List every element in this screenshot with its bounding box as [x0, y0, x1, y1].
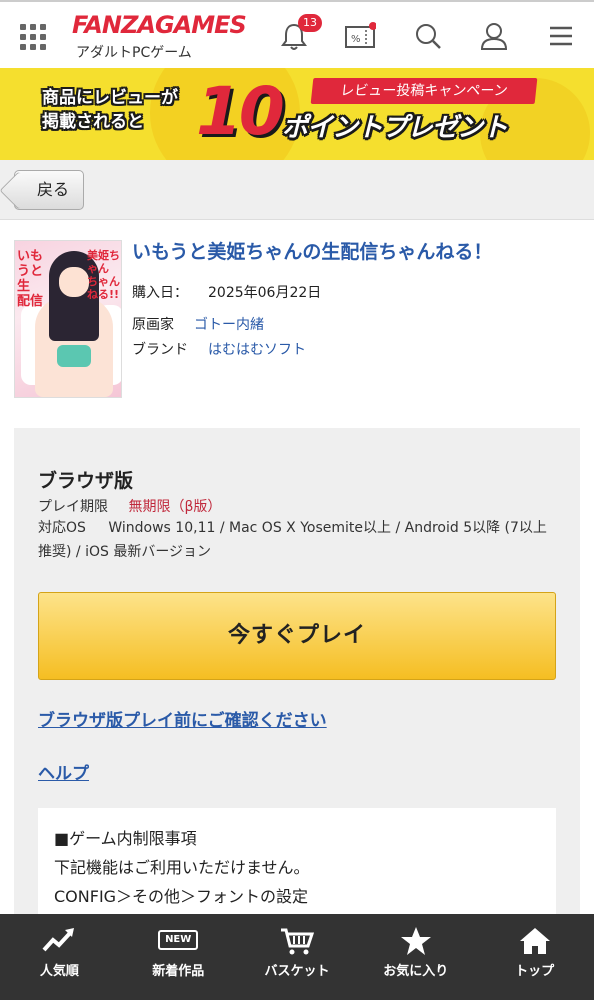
confirm-before-play-link[interactable]: ブラウザ版プレイ前にご確認ください [38, 706, 327, 731]
hamburger-icon[interactable] [546, 20, 578, 52]
cart-icon [280, 928, 315, 955]
brand-link[interactable]: はむはむソフト [208, 342, 306, 358]
grid-menu-icon[interactable] [20, 24, 46, 50]
header: FANZAGAMES アダルトPCゲーム 13 % [0, 0, 594, 68]
browser-play-box: ブラウザ版 プレイ期限 無期限（β版） 対応OS Windows 10,11 /… [14, 428, 580, 938]
back-button-label: 戻る [37, 180, 70, 199]
nav-ranking[interactable]: 人気順 [0, 914, 119, 1000]
cover-art-part [57, 345, 91, 367]
brand-label: ブランド [132, 342, 188, 358]
banner-left-line1: 商品にレビューが [42, 88, 178, 108]
bottom-nav: 人気順 NEW 新着作品 バスケット お気に入り トップ [0, 914, 594, 1000]
nav-new-label: 新着作品 [152, 964, 205, 979]
os-value: Windows 10,11 / Mac OS X Yosemite以上 / An… [38, 520, 547, 560]
nav-basket-label: バスケット [264, 964, 330, 979]
home-icon [519, 928, 550, 954]
cover-art-lettering: 美姫ちゃん ちゃん ねる!! [87, 249, 120, 301]
star-icon [400, 927, 431, 955]
help-link[interactable]: ヘルプ [38, 759, 89, 784]
svg-text:%: % [351, 34, 361, 45]
play-period-value: 無期限（β版） [128, 499, 222, 515]
purchase-date-row: 購入日： 2025年06月22日 [132, 282, 321, 302]
product-title[interactable]: いもうと美姫ちゃんの生配信ちゃんねる！ [132, 238, 572, 266]
nav-top-label: トップ [515, 964, 555, 979]
nav-basket[interactable]: バスケット [238, 914, 357, 1000]
site-logo[interactable]: FANZAGAMES アダルトPCゲーム [72, 11, 247, 62]
artist-link[interactable]: ゴトー内緒 [194, 317, 264, 333]
search-icon[interactable] [412, 20, 444, 52]
nav-favorites[interactable]: お気に入り [356, 914, 475, 1000]
purchase-date-label: 購入日： [132, 285, 188, 301]
os-label: 対応OS [38, 520, 86, 536]
trend-icon [42, 928, 75, 952]
product-cover-image[interactable]: いもうと生配信 美姫ちゃん ちゃん ねる!! [14, 240, 122, 398]
logo-sub: アダルトPCゲーム [76, 45, 192, 61]
notification-badge: 13 [298, 14, 322, 32]
back-bar: 戻る [0, 160, 594, 220]
artist-row: 原画家 ゴトー内緒 [132, 314, 264, 334]
play-period-label: プレイ期限 [38, 499, 108, 515]
notice-line-2: CONFIG＞その他＞フォントの設定 [54, 887, 309, 906]
artist-label: 原画家 [132, 317, 174, 333]
cover-art-part [59, 267, 89, 297]
banner-left-text: 商品にレビューが 掲載されると [42, 86, 178, 134]
play-period-row: プレイ期限 無期限（β版） [38, 496, 221, 516]
banner-sub-text: ポイントプレゼント [282, 113, 508, 143]
purchase-date-value: 2025年06月22日 [208, 285, 322, 301]
nav-new[interactable]: NEW 新着作品 [119, 914, 238, 1000]
nav-favorites-label: お気に入り [383, 964, 449, 979]
back-button[interactable]: 戻る [14, 170, 84, 210]
notice-line-1: 下記機能はご利用いただけません。 [54, 858, 310, 877]
logo-main: FANZAGAMES [72, 11, 247, 39]
cover-art-lettering: いもうと生配信 [17, 249, 44, 309]
user-icon[interactable] [478, 20, 510, 52]
version-title: ブラウザ版 [38, 470, 134, 492]
page: FANZAGAMES アダルトPCゲーム 13 % 商品にレビューが 掲載される… [0, 0, 594, 1000]
banner-big-number: 10 [196, 73, 285, 150]
nav-ranking-label: 人気順 [39, 964, 79, 979]
coupon-icon[interactable]: % [344, 20, 376, 52]
notice-title: ■ゲーム内制限事項 [54, 829, 197, 848]
new-icon: NEW [158, 930, 199, 950]
brand-row: ブランド はむはむソフト [132, 339, 306, 359]
nav-top[interactable]: トップ [475, 914, 594, 1000]
banner-campaign-tag: レビュー投稿キャンペーン [310, 78, 538, 104]
banner-left-line2: 掲載されると [42, 112, 144, 132]
supported-os-row: 対応OS Windows 10,11 / Mac OS X Yosemite以上… [38, 516, 554, 564]
play-now-button[interactable]: 今すぐプレイ [38, 592, 556, 680]
review-campaign-banner[interactable]: 商品にレビューが 掲載されると 10 レビュー投稿キャンペーン ポイントプレゼン… [0, 68, 594, 160]
